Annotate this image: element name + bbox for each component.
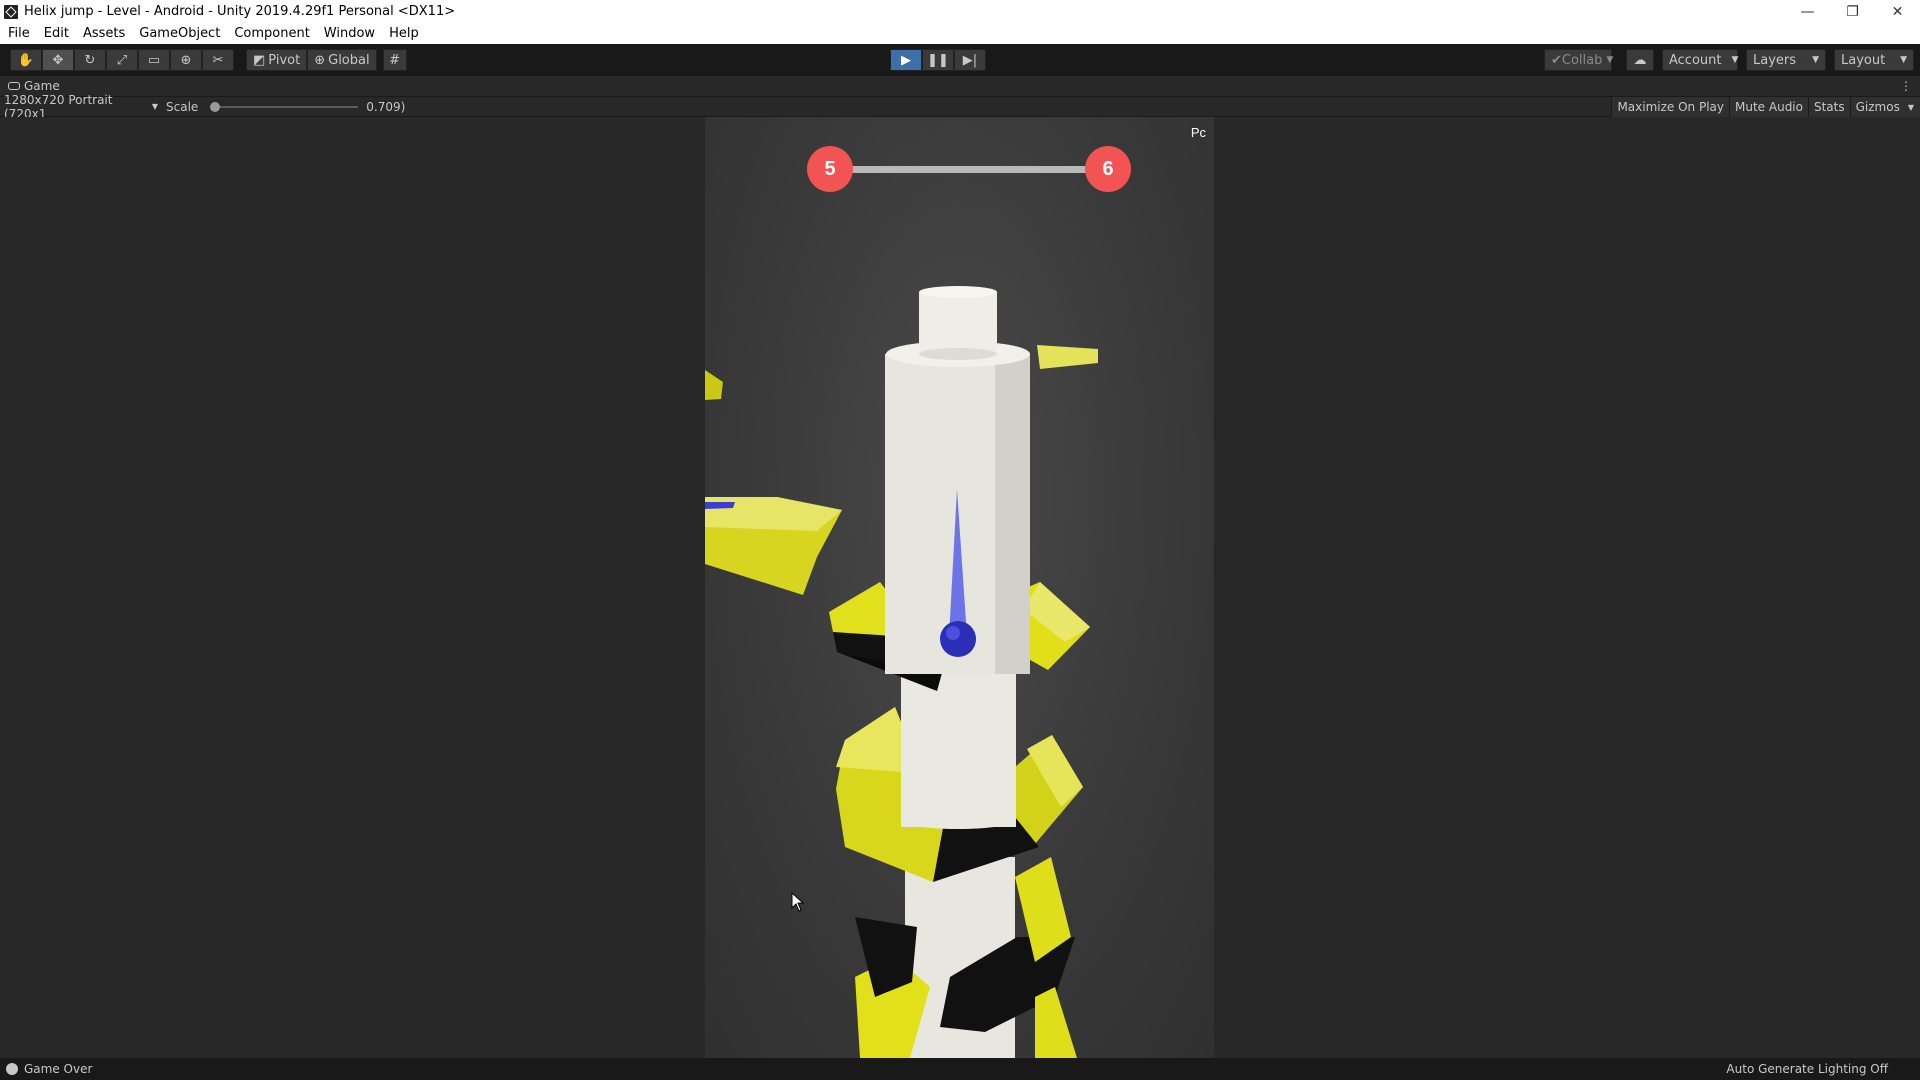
game-view-toggles: Maximize On Play Mute Audio Stats Gizmos… — [1611, 97, 1920, 117]
hand-icon[interactable]: ✋ — [10, 49, 42, 71]
ball-trail-segment — [705, 502, 735, 509]
status-bar: Game Over Auto Generate Lighting Off — [0, 1058, 1920, 1080]
minimize-button[interactable]: — — [1785, 0, 1830, 23]
platform-segment — [705, 370, 723, 400]
level-progress-bar — [829, 166, 1109, 173]
window-controls: — ❐ ✕ — [1785, 0, 1920, 23]
menu-bar: File Edit Assets GameObject Component Wi… — [0, 23, 1920, 44]
scale-slider[interactable] — [210, 100, 359, 114]
scale-slider-thumb[interactable] — [210, 101, 221, 112]
transform-icon[interactable]: ⊕ — [170, 49, 202, 71]
chevron-down-icon: ▼ — [1907, 102, 1914, 112]
game-tab-bar: Game ⋮ — [0, 76, 1920, 97]
game-view-controls: 1280x720 Portrait (720x1 ▼ Scale 0.709) … — [0, 93, 1920, 121]
game-view: 5 6 Pc — [0, 117, 1920, 1058]
main-toolbar: ✋ ✥ ↻ ⤢ ▭ ⊕ ✂ ◩ Pivot ⊕ Global # ▶ ❚❚ ▶|… — [0, 44, 1920, 76]
pivot-toggle[interactable]: ◩ Pivot — [246, 49, 308, 71]
account-label: Account — [1669, 52, 1722, 68]
gamepad-icon — [8, 82, 20, 90]
pole-shadow — [995, 354, 1030, 674]
layers-dropdown[interactable]: Layers ▼ — [1746, 49, 1826, 71]
account-dropdown[interactable]: Account ▼ — [1662, 49, 1738, 71]
pole-top-base — [919, 348, 997, 360]
scale-icon[interactable]: ⤢ — [106, 49, 138, 71]
gizmos-toggle[interactable]: Gizmos ▼ — [1849, 97, 1920, 117]
pivot-icon: ◩ — [253, 52, 266, 68]
title-bar: Helix jump - Level - Android - Unity 201… — [0, 0, 1920, 23]
platform-segment — [1035, 987, 1077, 1058]
chevron-down-icon: ▼ — [1900, 55, 1907, 65]
menu-edit[interactable]: Edit — [44, 26, 69, 41]
maximize-on-play-toggle[interactable]: Maximize On Play — [1611, 97, 1730, 117]
window-title: Helix jump - Level - Android - Unity 201… — [24, 4, 456, 19]
transform-tools: ✋ ✥ ↻ ⤢ ▭ ⊕ ✂ — [10, 49, 234, 71]
collab-dropdown[interactable]: ✔ Collab ▼ — [1544, 49, 1614, 71]
global-label: Global — [328, 52, 370, 68]
custom-tool-icon[interactable]: ✂ — [202, 49, 234, 71]
pole-top — [919, 292, 997, 354]
pivot-label: Pivot — [268, 52, 301, 68]
layout-label: Layout — [1841, 52, 1886, 68]
collab-check-icon: ✔ — [1551, 52, 1562, 68]
level-progress: 5 6 — [807, 146, 1131, 192]
ball-highlight — [946, 626, 960, 640]
move-icon[interactable]: ✥ — [42, 49, 74, 71]
chevron-down-icon: ▼ — [1812, 55, 1819, 65]
helix-scene — [705, 286, 1098, 1058]
status-message[interactable]: Game Over — [24, 1062, 92, 1076]
pause-button[interactable]: ❚❚ — [922, 49, 954, 71]
chevron-down-icon: ▼ — [1731, 55, 1739, 65]
current-level-badge: 5 — [807, 146, 853, 192]
rect-icon[interactable]: ▭ — [138, 49, 170, 71]
close-button[interactable]: ✕ — [1875, 0, 1920, 23]
gizmos-label: Gizmos — [1855, 100, 1900, 114]
pole-top-cap — [919, 286, 997, 298]
layers-label: Layers — [1753, 52, 1797, 68]
step-button[interactable]: ▶| — [954, 49, 986, 71]
chevron-down-icon: ▼ — [151, 102, 158, 111]
platform-segment — [1037, 345, 1098, 369]
platform-label: Pc — [1190, 125, 1206, 140]
cloud-icon[interactable]: ☁ — [1626, 49, 1654, 71]
right-tools: ✔ Collab ▼ ☁ Account ▼ Layers ▼ Layout ▼ — [1536, 49, 1914, 71]
menu-component[interactable]: Component — [234, 26, 309, 41]
scale-label: Scale — [166, 99, 199, 114]
globe-icon: ⊕ — [314, 52, 326, 68]
global-toggle[interactable]: ⊕ Global — [307, 49, 377, 71]
info-icon — [6, 1063, 18, 1075]
tab-game[interactable]: Game — [0, 79, 60, 93]
menu-file[interactable]: File — [8, 26, 30, 41]
layout-dropdown[interactable]: Layout ▼ — [1834, 49, 1914, 71]
more-options-icon[interactable]: ⋮ — [1900, 79, 1912, 93]
lighting-status: Auto Generate Lighting Off — [1726, 1062, 1888, 1076]
menu-help[interactable]: Help — [389, 26, 419, 41]
menu-assets[interactable]: Assets — [83, 26, 125, 41]
pole-cap — [901, 811, 1015, 829]
next-level-badge: 6 — [1085, 146, 1131, 192]
unity-logo-icon — [4, 4, 18, 19]
mute-audio-toggle[interactable]: Mute Audio — [1729, 97, 1808, 117]
rotate-icon[interactable]: ↻ — [74, 49, 106, 71]
menu-window[interactable]: Window — [324, 26, 375, 41]
tab-game-label: Game — [24, 79, 60, 93]
play-button[interactable]: ▶ — [890, 49, 922, 71]
scale-value: 0.709) — [366, 99, 406, 114]
stats-toggle[interactable]: Stats — [1807, 97, 1850, 117]
menu-gameobject[interactable]: GameObject — [139, 26, 220, 41]
chevron-down-icon: ▼ — [1606, 55, 1614, 65]
restore-button[interactable]: ❐ — [1830, 0, 1875, 23]
grid-snap-icon[interactable]: # — [382, 49, 407, 71]
ball — [940, 621, 976, 657]
scale-slider-track — [210, 105, 359, 108]
collab-label: Collab — [1561, 52, 1603, 68]
game-viewport[interactable]: 5 6 Pc — [705, 117, 1214, 1058]
play-controls: ▶ ❚❚ ▶| — [890, 49, 986, 71]
